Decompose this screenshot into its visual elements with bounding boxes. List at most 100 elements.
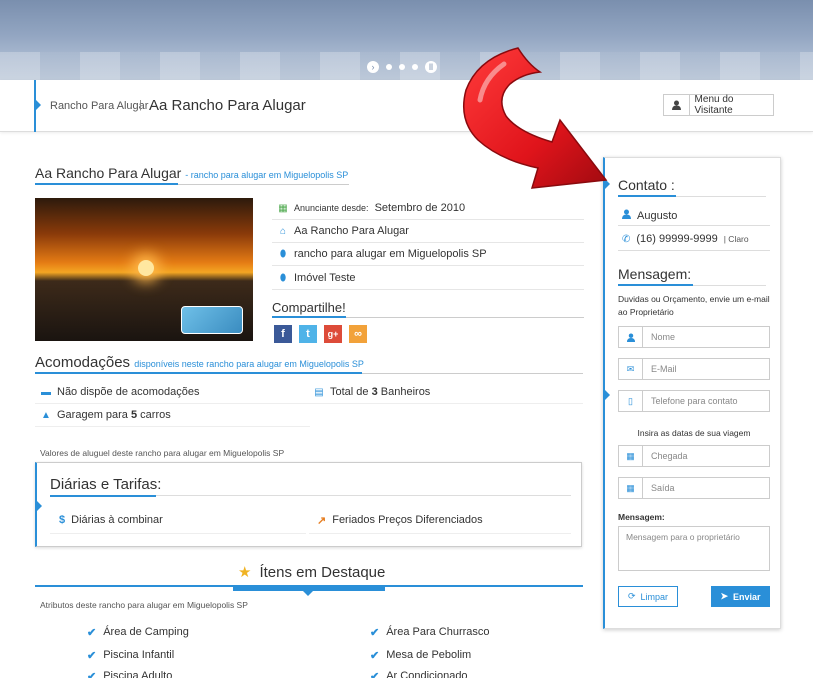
- email-field[interactable]: ✉ E-Mail: [618, 358, 770, 380]
- breadcrumb-separator: |: [139, 99, 142, 111]
- message-title: Mensagem:: [618, 266, 692, 282]
- link-share-icon[interactable]: ∞: [349, 325, 367, 343]
- visitor-menu-label: Menu do Visitante: [694, 94, 734, 116]
- check-icon: ✔: [370, 627, 380, 639]
- rates-title: Diárias e Tarifas:: [50, 476, 162, 493]
- owner-phone[interactable]: (16) 99999-9999: [636, 233, 717, 245]
- accommodations-heading: Acomodações disponíveis neste rancho par…: [35, 354, 364, 371]
- row-divider: [272, 265, 584, 266]
- arrival-placeholder: Chegada: [651, 451, 688, 461]
- send-button[interactable]: ➤ Enviar: [711, 586, 770, 607]
- check-icon: ✔: [87, 671, 97, 678]
- bathrooms-text: Total de 3 Banheiros: [330, 386, 430, 398]
- rates-note: Valores de aluguel deste rancho para alu…: [40, 448, 285, 458]
- feature-text: Área de Camping: [103, 626, 189, 638]
- mobile-icon: ▯: [619, 391, 643, 411]
- bath-icon: ▤: [314, 386, 324, 398]
- name-placeholder: Nome: [651, 332, 676, 342]
- bus-icon: ▬: [41, 386, 51, 398]
- no-rooms-item: ▬ Não dispõe de acomodações: [41, 386, 199, 398]
- listing-heading: Aa Rancho Para Alugar - rancho para alug…: [35, 165, 348, 181]
- listing-photo[interactable]: [35, 198, 253, 341]
- row-divider: [272, 289, 584, 290]
- contact-marker: [605, 179, 610, 189]
- feature-item: ✔ Mesa de Pebolim: [370, 649, 471, 662]
- calendar-icon: ▦: [278, 202, 288, 214]
- googleplus-share-icon[interactable]: g+: [324, 325, 342, 343]
- slider-dots[interactable]: › ll: [367, 61, 437, 73]
- contact-title: Contato :: [618, 177, 675, 193]
- photo-watermark-logo: [181, 306, 243, 334]
- contact-rule: [676, 196, 766, 197]
- slider-prev-icon[interactable]: ›: [367, 61, 379, 73]
- feature-item: ✔ Ar Condicionado: [370, 670, 468, 678]
- message-rule: [693, 285, 766, 286]
- accommodations-rule: [362, 373, 583, 374]
- arrival-date-field[interactable]: ▦ Chegada: [618, 445, 770, 467]
- row-divider: [618, 250, 770, 251]
- check-icon: ✔: [370, 671, 380, 678]
- listing-subtitle: - rancho para alugar em Miguelopolis SP: [185, 170, 349, 180]
- owner-name: Augusto: [637, 209, 678, 222]
- accommodations-title: Acomodações: [35, 354, 131, 371]
- map-marker-icon: ⬮: [279, 272, 287, 284]
- accommodations-subtitle: disponíveis neste rancho para alugar em …: [134, 359, 364, 369]
- phone-row: ✆ (16) 99999-9999 | Claro: [622, 233, 749, 245]
- slider-dot[interactable]: [386, 64, 392, 70]
- name-field[interactable]: Nome: [618, 326, 770, 348]
- slider-pause-icon[interactable]: ll: [425, 61, 437, 73]
- envelope-icon: ✉: [619, 359, 643, 379]
- departure-date-field[interactable]: ▦ Saída: [618, 477, 770, 499]
- map-marker-icon: ⬮: [279, 248, 287, 260]
- advertiser-label: Anunciante desde:: [294, 203, 369, 213]
- message-underline: [618, 284, 693, 286]
- visitor-menu-button[interactable]: Menu do Visitante: [663, 94, 774, 116]
- clear-button[interactable]: ⟳ Limpar: [618, 586, 678, 607]
- star-icon: ★: [238, 564, 252, 581]
- departure-placeholder: Saída: [651, 483, 675, 493]
- feature-item: ✔ Área Para Churrasco: [370, 626, 490, 639]
- info-row-property: ⬮ Imóvel Teste: [278, 272, 356, 284]
- breadcrumb[interactable]: Rancho Para Alugar: [50, 100, 148, 112]
- home-icon: ⌂: [279, 225, 287, 237]
- slider-dot[interactable]: [399, 64, 405, 70]
- user-icon: [622, 209, 631, 222]
- facebook-share-icon[interactable]: f: [274, 325, 292, 343]
- phone-field[interactable]: ▯ Telefone para contato: [618, 390, 770, 412]
- feature-text: Mesa de Pebolim: [386, 649, 472, 661]
- accommodations-underline: [35, 372, 362, 374]
- info-row-text: Imóvel Teste: [294, 272, 356, 284]
- garage-item: ▲ Garagem para 5 carros: [41, 409, 171, 421]
- row-divider: [310, 403, 583, 404]
- slider-dot[interactable]: [412, 64, 418, 70]
- message-label: Mensagem:: [618, 512, 665, 522]
- hero-banner: › ll: [0, 0, 813, 80]
- advertiser-since: Setembro de 2010: [374, 202, 466, 214]
- rates-daily-text: Diárias à combinar: [71, 514, 163, 526]
- row-divider: [272, 242, 584, 243]
- share-icon: ↗: [317, 515, 327, 527]
- phone-placeholder: Telefone para contato: [651, 396, 738, 406]
- message-textarea[interactable]: Mensagem para o proprietário: [618, 526, 770, 571]
- dollar-icon: $: [59, 514, 66, 526]
- row-divider: [309, 533, 571, 534]
- rates-rule: [156, 495, 571, 496]
- info-row-location: ⬮ rancho para alugar em Miguelopolis SP: [278, 248, 487, 260]
- featured-heading: ★ Ítens em Destaque: [238, 563, 385, 582]
- heading-rule: [178, 184, 349, 185]
- send-button-label: Enviar: [733, 591, 761, 602]
- share-underline: [272, 316, 346, 318]
- user-icon: [664, 95, 690, 115]
- row-divider: [35, 403, 310, 404]
- feature-text: Piscina Adulto: [103, 670, 173, 678]
- listing-name: Aa Rancho Para Alugar: [35, 165, 182, 181]
- phone-carrier: | Claro: [723, 234, 749, 244]
- row-divider: [272, 219, 584, 220]
- dates-label: Insira as datas de sua viagem: [637, 428, 751, 438]
- bath-prefix: Total de: [330, 386, 372, 398]
- no-rooms-text: Não dispõe de acomodações: [57, 386, 200, 398]
- refresh-icon: ⟳: [627, 591, 636, 601]
- twitter-share-icon[interactable]: t: [299, 325, 317, 343]
- check-icon: ✔: [87, 650, 97, 662]
- featured-caret: [303, 591, 313, 596]
